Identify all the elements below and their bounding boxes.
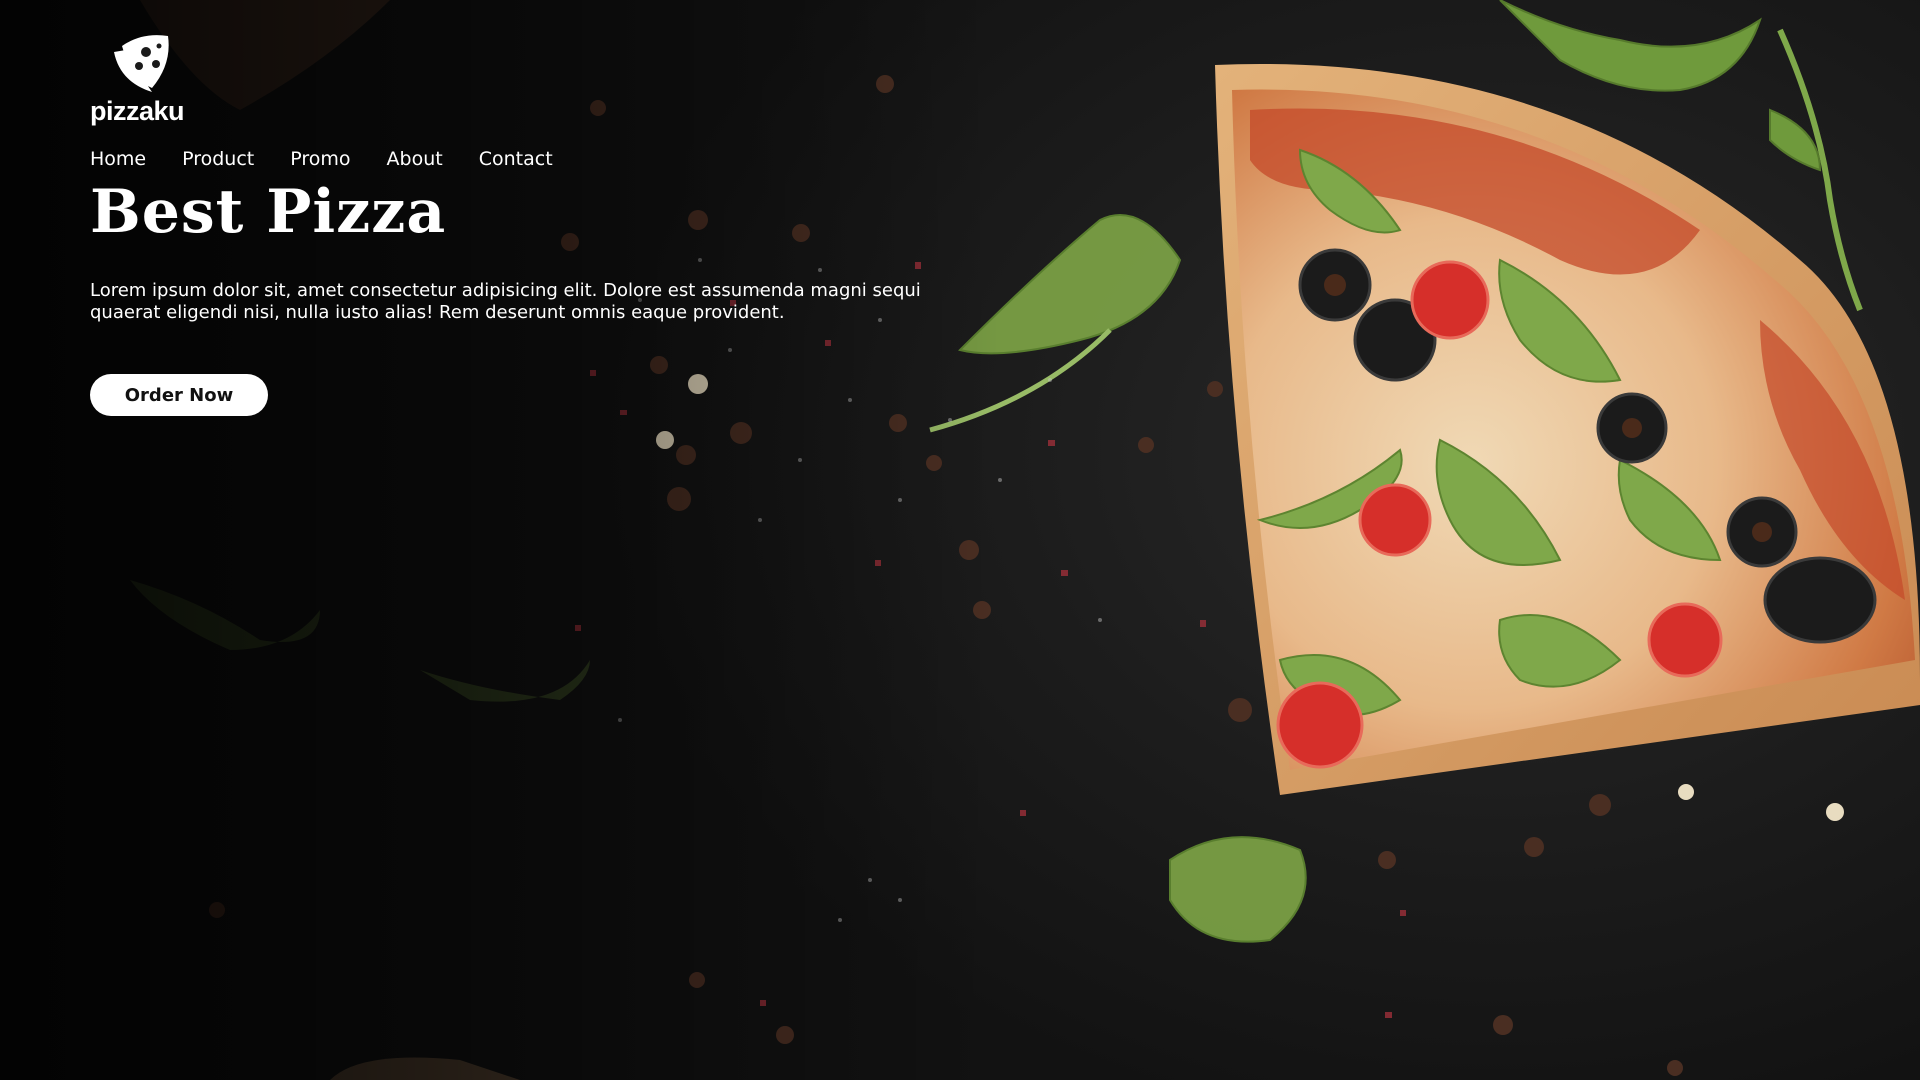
brand-name: pizzaku: [90, 96, 185, 126]
pizza-slice-icon: [114, 35, 169, 92]
landing-page: pizzaku Home Product Promo About Contact…: [0, 0, 1920, 1080]
nav-link-home[interactable]: Home: [90, 148, 146, 170]
brand-logo[interactable]: pizzaku: [90, 30, 200, 126]
nav-link-contact[interactable]: Contact: [479, 148, 553, 170]
main-nav: Home Product Promo About Contact: [90, 148, 553, 170]
hero-description: Lorem ipsum dolor sit, amet consectetur …: [90, 280, 921, 323]
order-now-button[interactable]: Order Now: [90, 374, 268, 416]
hero-title: Best Pizza: [90, 177, 447, 247]
nav-link-product[interactable]: Product: [182, 148, 254, 170]
nav-link-about[interactable]: About: [387, 148, 443, 170]
nav-link-promo[interactable]: Promo: [290, 148, 350, 170]
